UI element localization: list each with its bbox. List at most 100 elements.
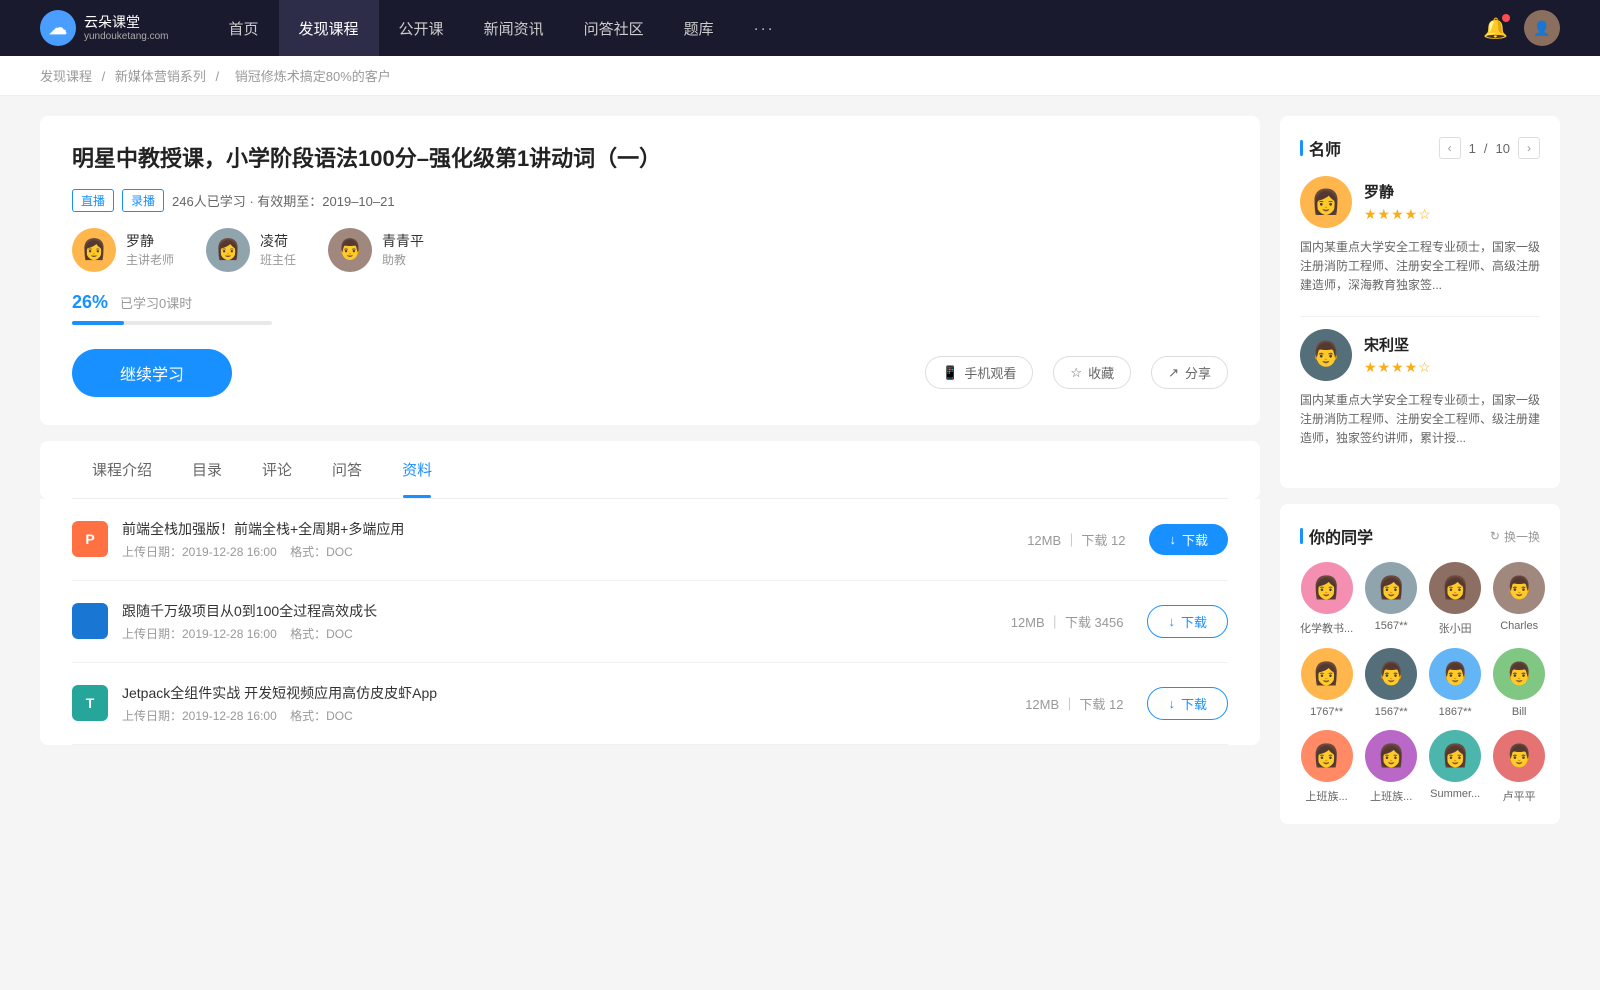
student-name-0: 化学教书... <box>1300 620 1353 636</box>
student-name-10: Summer... <box>1430 788 1480 800</box>
student-name-7: Bill <box>1512 706 1527 718</box>
resource-meta-2: 上传日期：2019-12-28 16:00 格式：DOC <box>122 707 1025 724</box>
progress-pct: 26% <box>72 292 108 313</box>
main-layout: 明星中教授课，小学阶段语法100分–强化级第1讲动词（一） 直播 录播 246人… <box>0 96 1600 860</box>
nav-item-discover[interactable]: 发现课程 <box>279 0 379 56</box>
student-item-2: 👩 张小田 <box>1429 562 1481 636</box>
nav-items: 首页 发现课程 公开课 新闻资讯 问答社区 题库 ··· <box>209 0 1484 56</box>
breadcrumb-link-1[interactable]: 发现课程 <box>40 69 92 84</box>
download-button-1[interactable]: ↓ 下载 <box>1147 605 1228 638</box>
famous-teacher-card-0: 👩 罗静 ★★★★☆ 国内某重点大学安全工程专业硕士，国家一级注册消防工程师、注… <box>1300 176 1540 296</box>
famous-teachers-title: 名师 <box>1300 136 1341 160</box>
student-item-9: 👩 上班族... <box>1365 730 1417 804</box>
download-button-2[interactable]: ↓ 下载 <box>1147 687 1228 720</box>
logo[interactable]: ☁ 云朵课堂 yundouketang.com <box>40 10 169 46</box>
continue-button[interactable]: 继续学习 <box>72 349 232 397</box>
pagination: ‹ 1 / 10 › <box>1439 137 1540 159</box>
student-item-6: 👨 1867** <box>1429 648 1481 718</box>
refresh-label: 换一换 <box>1504 528 1540 545</box>
navbar: ☁ 云朵课堂 yundouketang.com 首页 发现课程 公开课 新闻资讯… <box>0 0 1600 56</box>
nav-item-qa[interactable]: 问答社区 <box>564 0 664 56</box>
tab-qa[interactable]: 问答 <box>312 441 382 498</box>
course-teachers: 👩 罗静 主讲老师 👩 凌荷 班主任 <box>72 228 1228 272</box>
resource-name-2: Jetpack全组件实战 开发短视频应用高仿皮皮虾App <box>122 683 1025 703</box>
student-avatar-10: 👩 <box>1429 730 1481 782</box>
course-title: 明星中教授课，小学阶段语法100分–强化级第1讲动词（一） <box>72 144 1228 175</box>
resources-list: P 前端全栈加强版！前端全栈+全周期+多端应用 上传日期：2019-12-28 … <box>40 499 1260 745</box>
resource-item-1: 👤 跟随千万级项目从0到100全过程高效成长 上传日期：2019-12-28 1… <box>72 581 1228 663</box>
content-area: 明星中教授课，小学阶段语法100分–强化级第1讲动词（一） 直播 录播 246人… <box>40 116 1260 840</box>
star-icon: ☆ <box>1070 365 1082 381</box>
refresh-button[interactable]: ↻ 换一换 <box>1490 528 1540 545</box>
nav-item-home[interactable]: 首页 <box>209 0 279 56</box>
resource-name-0: 前端全栈加强版！前端全栈+全周期+多端应用 <box>122 519 1027 539</box>
student-item-7: 👨 Bill <box>1493 648 1545 718</box>
breadcrumb-sep-2: / <box>216 69 223 84</box>
tabs-section: 课程介绍 目录 评论 问答 资料 <box>40 441 1260 499</box>
course-badges: 直播 录播 246人已学习 · 有效期至：2019–10–21 <box>72 189 1228 212</box>
logo-name: 云朵课堂 <box>84 14 169 31</box>
resource-icon-0: P <box>72 521 108 557</box>
student-avatar-9: 👩 <box>1365 730 1417 782</box>
prev-page-button[interactable]: ‹ <box>1439 137 1461 159</box>
mobile-icon: 📱 <box>942 365 958 381</box>
progress-fill <box>72 321 124 325</box>
nav-item-quiz[interactable]: 题库 <box>664 0 734 56</box>
course-card: 明星中教授课，小学阶段语法100分–强化级第1讲动词（一） 直播 录播 246人… <box>40 116 1260 425</box>
user-avatar[interactable]: 👤 <box>1524 10 1560 46</box>
tab-intro[interactable]: 课程介绍 <box>72 441 172 498</box>
tab-comment[interactable]: 评论 <box>242 441 312 498</box>
nav-item-open[interactable]: 公开课 <box>379 0 464 56</box>
nav-item-more[interactable]: ··· <box>734 0 795 56</box>
famous-teacher-stars-0: ★★★★☆ <box>1364 206 1432 223</box>
sidebar: 名师 ‹ 1 / 10 › 👩 罗静 ★★★★☆ 国内某重点大学安全工 <box>1280 116 1560 840</box>
student-name-6: 1867** <box>1439 706 1472 718</box>
breadcrumb-current: 销冠修炼术搞定80%的客户 <box>235 69 391 84</box>
teacher-name-2: 青青平 <box>382 231 424 251</box>
download-button-0[interactable]: ↓ 下载 <box>1149 524 1228 555</box>
teacher-name-0: 罗静 <box>126 231 174 251</box>
student-item-3: 👨 Charles <box>1493 562 1545 636</box>
resource-info-1: 跟随千万级项目从0到100全过程高效成长 上传日期：2019-12-28 16:… <box>122 601 1011 642</box>
student-item-8: 👩 上班族... <box>1300 730 1353 804</box>
student-item-11: 👨 卢平平 <box>1493 730 1545 804</box>
course-meta: 246人已学习 · 有效期至：2019–10–21 <box>172 191 395 210</box>
resource-info-0: 前端全栈加强版！前端全栈+全周期+多端应用 上传日期：2019-12-28 16… <box>122 519 1027 560</box>
tab-resource[interactable]: 资料 <box>382 441 452 498</box>
resource-info-2: Jetpack全组件实战 开发短视频应用高仿皮皮虾App 上传日期：2019-1… <box>122 683 1025 724</box>
breadcrumb: 发现课程 / 新媒体营销系列 / 销冠修炼术搞定80%的客户 <box>0 56 1600 96</box>
teacher-avatar-0: 👩 <box>72 228 116 272</box>
student-name-4: 1767** <box>1310 706 1343 718</box>
student-name-5: 1567** <box>1375 706 1408 718</box>
progress-text: 已学习0课时 <box>120 293 192 312</box>
badge-record: 录播 <box>122 189 164 212</box>
students-card: 你的同学 ↻ 换一换 👩 化学教书... 👩 1567** 👩 张小田 <box>1280 504 1560 824</box>
bell-icon[interactable]: 🔔 <box>1483 16 1508 41</box>
student-avatar-11: 👨 <box>1493 730 1545 782</box>
tab-catalog[interactable]: 目录 <box>172 441 242 498</box>
refresh-icon: ↻ <box>1490 529 1500 543</box>
famous-teacher-avatar-1: 👨 <box>1300 329 1352 381</box>
nav-right: 🔔 👤 <box>1483 10 1560 46</box>
famous-teacher-desc-1: 国内某重点大学安全工程专业硕士，国家一级注册消防工程师、注册安全工程师、级注册建… <box>1300 391 1540 449</box>
teacher-avatar-1: 👩 <box>206 228 250 272</box>
breadcrumb-sep-1: / <box>102 69 109 84</box>
share-icon: ↗ <box>1168 365 1179 381</box>
collect-button[interactable]: ☆ 收藏 <box>1053 356 1131 389</box>
next-page-button[interactable]: › <box>1518 137 1540 159</box>
famous-teacher-stars-1: ★★★★☆ <box>1364 359 1432 376</box>
student-avatar-5: 👨 <box>1365 648 1417 700</box>
student-item-4: 👩 1767** <box>1300 648 1353 718</box>
course-actions: 继续学习 📱 手机观看 ☆ 收藏 ↗ 分享 <box>72 349 1228 397</box>
mobile-watch-button[interactable]: 📱 手机观看 <box>925 356 1033 389</box>
student-avatar-2: 👩 <box>1429 562 1481 614</box>
breadcrumb-link-2[interactable]: 新媒体营销系列 <box>115 69 206 84</box>
nav-item-news[interactable]: 新闻资讯 <box>464 0 564 56</box>
student-name-9: 上班族... <box>1370 788 1412 804</box>
page-total: 10 <box>1496 141 1510 156</box>
download-icon-2: ↓ <box>1168 696 1175 711</box>
famous-teachers-card: 名师 ‹ 1 / 10 › 👩 罗静 ★★★★☆ 国内某重点大学安全工 <box>1280 116 1560 488</box>
student-avatar-6: 👨 <box>1429 648 1481 700</box>
progress-section: 26% 已学习0课时 <box>72 292 1228 325</box>
share-button[interactable]: ↗ 分享 <box>1151 356 1228 389</box>
